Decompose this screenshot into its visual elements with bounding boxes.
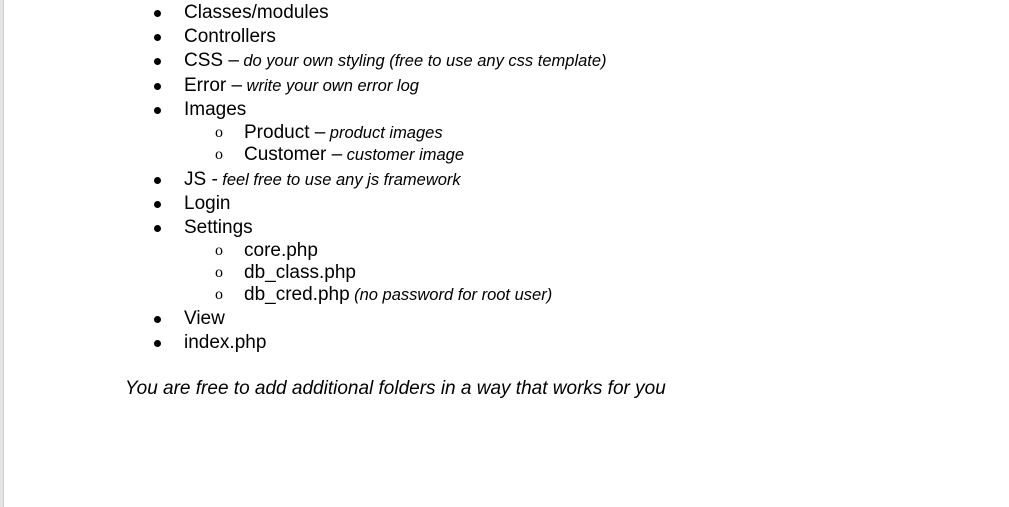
footer-note: You are free to add additional folders i… bbox=[125, 378, 666, 399]
item-label: db_class.php bbox=[244, 262, 356, 283]
bullet-icon bbox=[154, 34, 161, 41]
item-label: Login bbox=[184, 193, 231, 214]
item-line: CSS – do your own styling (free to use a… bbox=[184, 51, 607, 72]
item-label: Error – bbox=[184, 75, 243, 96]
circle-bullet-icon: o bbox=[215, 124, 223, 141]
item-note: (no password for root user) bbox=[354, 286, 553, 304]
bullet-icon bbox=[154, 201, 161, 208]
item-note: write your own error log bbox=[246, 77, 419, 95]
item-label: Classes/modules bbox=[184, 2, 329, 23]
circle-bullet-icon: o bbox=[215, 264, 223, 281]
bullet-icon bbox=[154, 83, 161, 90]
item-line: Product – product images bbox=[244, 123, 443, 144]
item-label: Settings bbox=[184, 217, 253, 238]
bullet-icon bbox=[154, 177, 161, 184]
item-line: Error – write your own error log bbox=[184, 76, 419, 97]
item-note: do your own styling (free to use any css… bbox=[243, 52, 607, 70]
bullet-icon bbox=[154, 107, 161, 114]
item-note: customer image bbox=[346, 146, 465, 164]
bullet-icon bbox=[154, 58, 161, 65]
item-label: JS - bbox=[184, 169, 218, 190]
item-note: product images bbox=[329, 124, 443, 142]
item-line: JS - feel free to use any js framework bbox=[184, 170, 461, 191]
bullet-icon bbox=[154, 340, 161, 347]
item-label: CSS – bbox=[184, 50, 239, 71]
bullet-icon bbox=[154, 10, 161, 17]
item-label: core.php bbox=[244, 240, 318, 261]
item-note: feel free to use any js framework bbox=[222, 171, 461, 189]
item-label: Images bbox=[184, 99, 247, 120]
item-line: Customer – customer image bbox=[244, 145, 464, 166]
document-page: Classes/modules Controllers CSS – do you… bbox=[4, 0, 1009, 507]
circle-bullet-icon: o bbox=[215, 146, 223, 163]
item-label: View bbox=[184, 308, 225, 329]
item-label: Customer – bbox=[244, 144, 343, 165]
item-label: Product – bbox=[244, 122, 326, 143]
item-label: Controllers bbox=[184, 26, 276, 47]
item-label: index.php bbox=[184, 332, 267, 353]
circle-bullet-icon: o bbox=[215, 242, 223, 259]
item-label: db_cred.php bbox=[244, 284, 350, 305]
item-line: db_cred.php (no password for root user) bbox=[244, 285, 552, 306]
bullet-icon bbox=[154, 225, 161, 232]
circle-bullet-icon: o bbox=[215, 286, 223, 303]
bullet-icon bbox=[154, 316, 161, 323]
